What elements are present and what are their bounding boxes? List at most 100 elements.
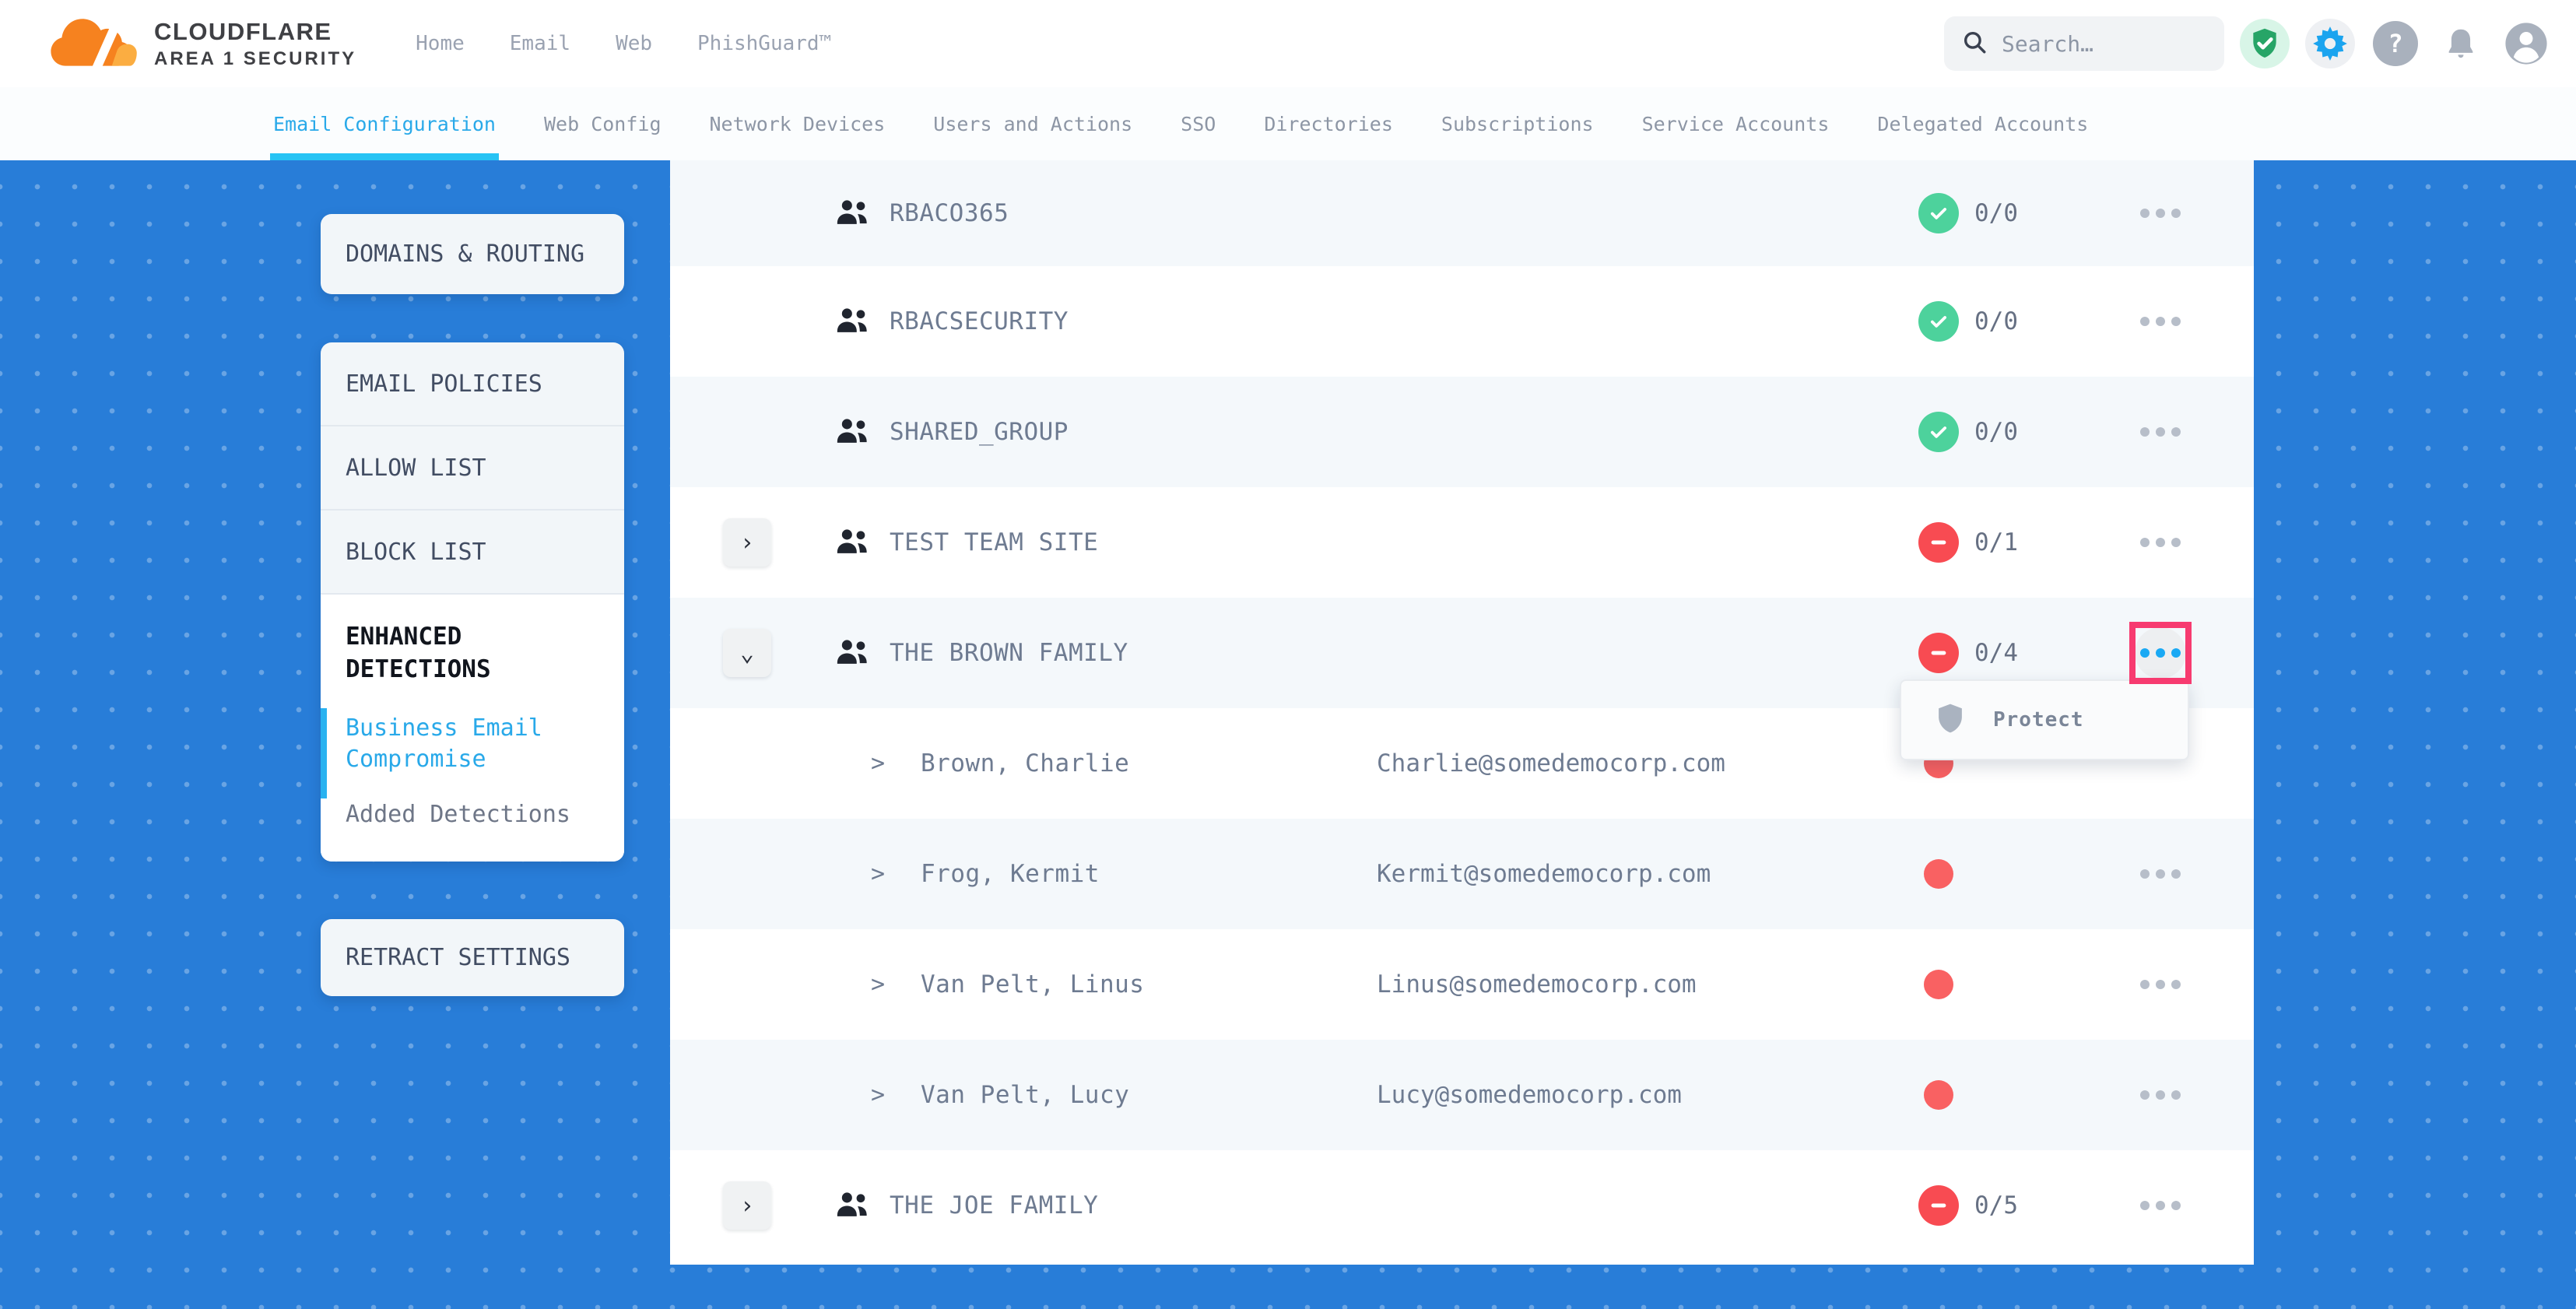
row-name: THE JOE FAMILY: [890, 1191, 1098, 1220]
account-avatar-icon[interactable]: [2501, 19, 2551, 68]
tab-service-accounts[interactable]: Service Accounts: [1642, 87, 1830, 160]
row-menu-button[interactable]: [2135, 406, 2186, 458]
protection-count: 0/0: [1974, 418, 2018, 446]
nav-phishguard[interactable]: PhishGuard™: [697, 32, 831, 55]
notifications-bell-icon[interactable]: [2436, 19, 2486, 68]
member-chevron-icon: >: [871, 861, 885, 888]
sidebar-item-retract-settings[interactable]: RETRACT SETTINGS: [321, 919, 624, 996]
row-menu-button[interactable]: [2135, 296, 2186, 347]
group-icon: [835, 527, 871, 558]
config-tab-bar: Email Configuration Web Config Network D…: [0, 87, 2576, 160]
sidebar-item-business-email-compromise[interactable]: Business Email Compromise: [346, 713, 604, 776]
logo-subtitle: AREA 1 SECURITY: [154, 50, 356, 68]
row-menu-button[interactable]: [2135, 517, 2186, 568]
tab-sso[interactable]: SSO: [1181, 87, 1216, 160]
group-table: > RBACO365 0/0 > RBACSECURITY: [670, 160, 2254, 1265]
nav-home[interactable]: Home: [416, 32, 465, 55]
row-name: Brown, Charlie: [921, 749, 1129, 777]
row-name: Frog, Kermit: [921, 860, 1100, 888]
top-header: CLOUDFLARE AREA 1 SECURITY Home Email We…: [0, 0, 2576, 87]
search-icon: [1961, 29, 1988, 58]
protection-count: 0/1: [1974, 528, 2018, 556]
sidebar-item-allow-list[interactable]: ALLOW LIST: [321, 426, 624, 511]
group-icon: [835, 637, 871, 669]
status-badge: [1918, 1075, 1959, 1115]
status-badge: [1918, 1185, 1959, 1226]
row-menu-button[interactable]: [2135, 1069, 2186, 1121]
enhanced-detections-section: ENHANCED DETECTIONS Business Email Compr…: [321, 595, 624, 862]
expand-toggle-button[interactable]: ›: [723, 518, 771, 567]
group-icon: [835, 1190, 871, 1221]
status-badge: [1918, 633, 1959, 673]
row-menu-button[interactable]: [2135, 627, 2186, 679]
group-icon: [835, 306, 871, 337]
header-icon-row: ?: [2240, 0, 2551, 87]
member-chevron-icon: >: [871, 971, 885, 998]
row-name: RBACSECURITY: [890, 307, 1069, 335]
cloudflare-cloud-icon: [48, 14, 143, 73]
tab-users-and-actions[interactable]: Users and Actions: [933, 87, 1132, 160]
tab-delegated-accounts[interactable]: Delegated Accounts: [1877, 87, 2088, 160]
protect-menu-item[interactable]: Protect: [1993, 708, 2084, 732]
nav-web[interactable]: Web: [616, 32, 652, 55]
group-icon: [835, 416, 871, 447]
help-icon[interactable]: ?: [2371, 19, 2420, 68]
chevron-icon: ›: [740, 1192, 754, 1220]
status-badge: [1918, 193, 1959, 233]
row-name: Van Pelt, Lucy: [921, 1081, 1129, 1109]
protection-count: 0/4: [1974, 639, 2018, 667]
row-action-menu: Protect: [1900, 679, 2189, 760]
cloudflare-logo[interactable]: CLOUDFLARE AREA 1 SECURITY: [48, 14, 356, 73]
expand-toggle-button[interactable]: ⌄: [723, 629, 771, 677]
row-name: SHARED_GROUP: [890, 418, 1069, 446]
table-row: > Van Pelt, Lucy Lucy@somedemocorp.com: [670, 1040, 2254, 1150]
member-email: Lucy@somedemocorp.com: [1377, 1081, 1682, 1109]
settings-gear-icon[interactable]: [2305, 19, 2355, 68]
primary-nav: Home Email Web PhishGuard™: [416, 32, 831, 55]
sidebar-item-added-detections[interactable]: Added Detections: [346, 799, 604, 831]
nav-email[interactable]: Email: [510, 32, 570, 55]
tab-directories[interactable]: Directories: [1264, 87, 1393, 160]
table-row: › > THE JOE FAMILY 0/5: [670, 1150, 2254, 1261]
row-name: THE BROWN FAMILY: [890, 639, 1128, 667]
member-email: Charlie@somedemocorp.com: [1377, 749, 1725, 777]
chevron-icon: ⌄: [740, 640, 754, 667]
table-row: > RBACO365 0/0: [670, 160, 2254, 266]
tab-subscriptions[interactable]: Subscriptions: [1441, 87, 1594, 160]
chevron-icon: ›: [740, 529, 754, 556]
active-indicator-bar: [321, 708, 327, 798]
member-email: Kermit@somedemocorp.com: [1377, 860, 1711, 888]
protection-count: 0/5: [1974, 1191, 2018, 1220]
sidebar-item-domains-routing[interactable]: DOMAINS & ROUTING: [321, 214, 624, 294]
status-badge: [1918, 412, 1959, 452]
group-icon: [835, 198, 871, 229]
row-name: Van Pelt, Linus: [921, 970, 1144, 998]
row-menu-button[interactable]: [2135, 848, 2186, 900]
email-policies-card: EMAIL POLICIES ALLOW LIST BLOCK LIST ENH…: [321, 342, 624, 862]
logo-title: CLOUDFLARE: [154, 19, 356, 44]
row-menu-button[interactable]: [2135, 959, 2186, 1010]
table-row: > Frog, Kermit Kermit@somedemocorp.com: [670, 819, 2254, 929]
row-menu-button[interactable]: [2135, 188, 2186, 239]
member-chevron-icon: >: [871, 750, 885, 777]
sidebar-item-email-policies[interactable]: EMAIL POLICIES: [321, 342, 624, 426]
table-row: > SHARED_GROUP 0/0: [670, 377, 2254, 487]
table-row: > RBACSECURITY 0/0: [670, 266, 2254, 377]
search-box[interactable]: [1944, 16, 2224, 71]
shield-check-status-icon[interactable]: [2240, 19, 2290, 68]
table-row: › > TEST TEAM SITE 0/1: [670, 487, 2254, 598]
sidebar-item-enhanced-detections[interactable]: ENHANCED DETECTIONS: [346, 621, 604, 686]
table-row: > Van Pelt, Linus Linus@somedemocorp.com: [670, 929, 2254, 1040]
row-name: TEST TEAM SITE: [890, 528, 1098, 556]
sidebar-item-block-list[interactable]: BLOCK LIST: [321, 511, 624, 595]
search-input[interactable]: [2002, 31, 2207, 57]
tab-network-devices[interactable]: Network Devices: [710, 87, 886, 160]
settings-sidebar: DOMAINS & ROUTING EMAIL POLICIES ALLOW L…: [321, 214, 624, 996]
member-email: Linus@somedemocorp.com: [1377, 970, 1697, 998]
status-badge: [1918, 964, 1959, 1005]
row-menu-button[interactable]: [2135, 1180, 2186, 1231]
expand-toggle-button[interactable]: ›: [723, 1181, 771, 1230]
tab-email-configuration[interactable]: Email Configuration: [273, 87, 496, 160]
row-name: RBACO365: [890, 199, 1009, 227]
tab-web-config[interactable]: Web Config: [544, 87, 662, 160]
